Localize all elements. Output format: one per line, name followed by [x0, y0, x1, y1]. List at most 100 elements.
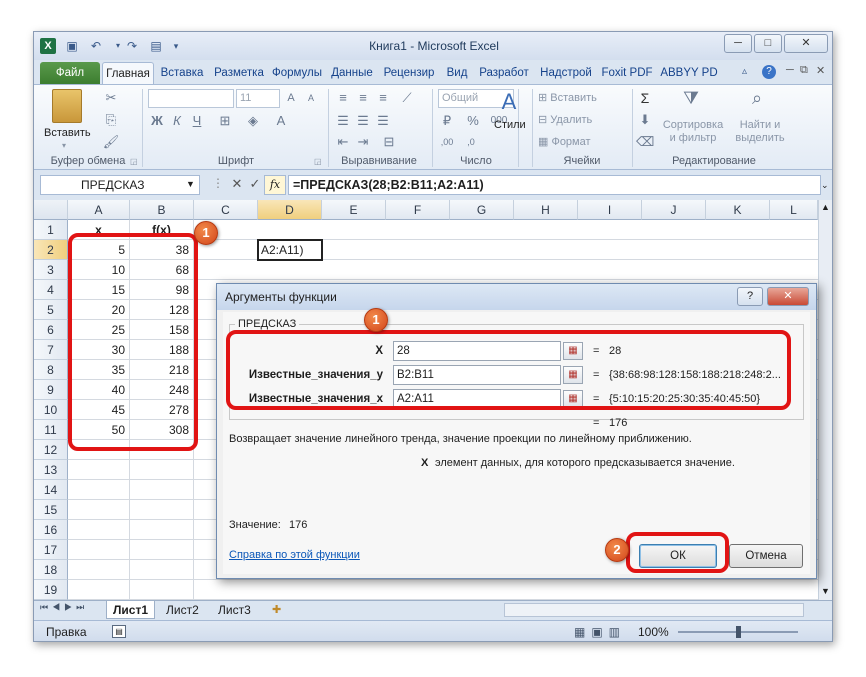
row-header[interactable]: 9 [34, 380, 68, 400]
percent-icon[interactable]: % [464, 112, 482, 130]
autosum-icon[interactable]: Σ [636, 89, 654, 107]
sheet-tab-3[interactable]: Лист3 [212, 601, 257, 619]
insert-function-button[interactable]: fx [264, 175, 286, 195]
column-header-g[interactable]: G [450, 200, 514, 220]
function-help-link[interactable]: Справка по этой функции [229, 549, 360, 561]
select-all-corner[interactable] [34, 200, 68, 220]
tab-foxit-pdf[interactable]: Foxit PDF [596, 62, 658, 84]
zoom-level[interactable]: 100% [638, 621, 669, 641]
bold-icon[interactable]: Ж [148, 112, 166, 130]
workbook-restore-icon[interactable]: ⧉ [800, 64, 808, 77]
tab-data[interactable]: Данные [326, 62, 378, 84]
clear-icon[interactable]: ⌫ [636, 133, 654, 151]
dialog-close-button[interactable]: ✕ [767, 287, 809, 306]
name-box-dropdown-icon[interactable]: ▼ [186, 179, 195, 189]
row-header[interactable]: 3 [34, 260, 68, 280]
decrease-decimal-icon[interactable]: ,0 [462, 133, 480, 151]
tab-home[interactable]: Главная [102, 62, 154, 84]
scroll-up-icon[interactable]: ▲ [821, 202, 830, 212]
increase-decimal-icon[interactable]: ,00 [438, 133, 456, 151]
dialog-help-button[interactable]: ? [737, 287, 763, 306]
row-header[interactable]: 18 [34, 560, 68, 580]
column-header-a[interactable]: A [68, 200, 130, 220]
row-header[interactable]: 17 [34, 540, 68, 560]
cut-icon[interactable]: ✂ [102, 89, 120, 107]
tab-developer[interactable]: Разработ [474, 62, 534, 84]
tab-view[interactable]: Вид [440, 62, 474, 84]
horizontal-scrollbar[interactable] [504, 603, 804, 617]
copy-icon[interactable]: ⎘ [102, 111, 120, 129]
cells-format-button[interactable]: ▦ Формат [538, 135, 591, 148]
row-header[interactable]: 8 [34, 360, 68, 380]
row-header[interactable]: 1 [34, 220, 68, 240]
help-icon[interactable]: ? [762, 65, 776, 79]
expand-formula-bar-icon[interactable]: ⌄ [821, 180, 829, 191]
orientation-icon[interactable]: ⟋ [398, 89, 416, 107]
row-header[interactable]: 14 [34, 480, 68, 500]
close-button[interactable]: ✕ [784, 34, 828, 53]
column-header-e[interactable]: E [322, 200, 386, 220]
cells-insert-button[interactable]: ⊞ Вставить [538, 91, 597, 104]
styles-button[interactable]: Стили [494, 119, 526, 131]
align-center-icon[interactable]: ☰ [354, 112, 372, 130]
workbook-minimize-icon[interactable]: ─ [786, 64, 794, 76]
column-header-d[interactable]: D [258, 200, 322, 220]
column-header-c[interactable]: C [194, 200, 258, 220]
minimize-button[interactable]: ─ [724, 34, 752, 53]
row-header[interactable]: 13 [34, 460, 68, 480]
cells-delete-button[interactable]: ⊟ Удалить [538, 113, 592, 126]
paste-button[interactable]: Вставить [44, 127, 91, 139]
row-header[interactable]: 7 [34, 340, 68, 360]
column-header-j[interactable]: J [642, 200, 706, 220]
sheet-tab-1[interactable]: Лист1 [106, 601, 156, 619]
row-header[interactable]: 2 [34, 240, 68, 260]
restore-button[interactable]: □ [754, 34, 782, 53]
shrink-font-icon[interactable]: A [302, 89, 320, 107]
tab-page-layout[interactable]: Разметка [210, 62, 268, 84]
row-header[interactable]: 15 [34, 500, 68, 520]
column-header-l[interactable]: L [770, 200, 818, 220]
decrease-indent-icon[interactable]: ⇤ [334, 133, 352, 151]
align-left-icon[interactable]: ☰ [334, 112, 352, 130]
find-select-button[interactable]: Найти и выделить [730, 119, 790, 145]
underline-icon[interactable]: Ч [188, 112, 206, 130]
confirm-entry-icon[interactable]: ✓ [246, 176, 264, 194]
column-header-b[interactable]: B [130, 200, 194, 220]
grow-font-icon[interactable]: A [282, 89, 300, 107]
sort-filter-button[interactable]: Сортировка и фильтр [660, 119, 726, 145]
name-box[interactable]: ПРЕДСКАЗ [40, 175, 200, 195]
macro-record-icon[interactable]: ▤ [112, 625, 126, 638]
row-header[interactable]: 12 [34, 440, 68, 460]
fill-icon[interactable]: ⬇ [636, 111, 654, 129]
tab-addins[interactable]: Надстрой [536, 62, 596, 84]
zoom-slider-thumb[interactable] [736, 626, 741, 638]
row-header[interactable]: 6 [34, 320, 68, 340]
insert-sheet-icon[interactable]: ✚ [272, 603, 281, 616]
vertical-scrollbar[interactable]: ▲ ▼ [818, 200, 832, 600]
font-launcher-icon[interactable]: ◲ [314, 157, 322, 166]
tab-abbyy-pdf[interactable]: ABBYY PD [658, 62, 720, 84]
column-header-k[interactable]: K [706, 200, 770, 220]
row-header[interactable]: 10 [34, 400, 68, 420]
column-header-i[interactable]: I [578, 200, 642, 220]
italic-icon[interactable]: К [168, 112, 186, 130]
merge-cells-icon[interactable]: ⊟ [380, 133, 398, 151]
workbook-close-icon[interactable]: ✕ [816, 64, 825, 77]
tab-file[interactable]: Файл [40, 62, 100, 84]
align-right-icon[interactable]: ☰ [374, 112, 392, 130]
fill-color-icon[interactable]: ◈ [244, 112, 262, 130]
format-painter-icon[interactable]: 🖌 [102, 133, 120, 151]
currency-icon[interactable]: ₽ [438, 112, 456, 130]
align-middle-icon[interactable]: ≡ [354, 89, 372, 107]
active-cell-d2[interactable]: A2:A11) [257, 239, 323, 261]
row-header[interactable]: 11 [34, 420, 68, 440]
tab-review[interactable]: Рецензир [378, 62, 440, 84]
scroll-down-icon[interactable]: ▼ [821, 586, 830, 596]
row-header[interactable]: 19 [34, 580, 68, 600]
column-header-h[interactable]: H [514, 200, 578, 220]
borders-icon[interactable]: ⊞ [216, 112, 234, 130]
sheet-tab-2[interactable]: Лист2 [160, 601, 205, 619]
font-size-box[interactable]: 11 [236, 89, 280, 108]
tab-formulas[interactable]: Формулы [268, 62, 326, 84]
row-header[interactable]: 16 [34, 520, 68, 540]
